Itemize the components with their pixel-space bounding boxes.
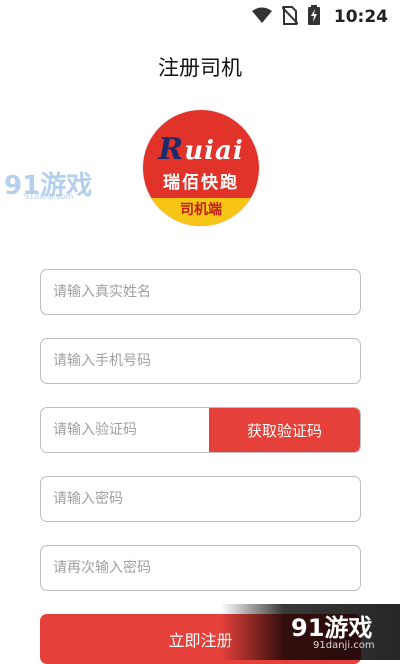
logo-band: 司机端: [143, 198, 259, 226]
status-time: 10:24: [333, 7, 388, 27]
watermark-right-url: 91danji.com: [313, 640, 375, 651]
logo-brand-cn: 瑞佰快跑: [163, 173, 239, 193]
watermark-left: 91游戏 91danji.com: [4, 165, 92, 202]
phone-field[interactable]: [40, 338, 361, 384]
code-field[interactable]: 获取验证码: [40, 407, 361, 453]
logo-brand: Ruiai: [143, 132, 259, 167]
confirm-password-input[interactable]: [41, 546, 360, 590]
watermark-right-text: 91游戏: [291, 614, 373, 642]
app-logo: Ruiai 瑞佰快跑 司机端: [143, 110, 259, 226]
phone-input[interactable]: [41, 339, 360, 383]
status-bar: 10:24: [0, 0, 400, 34]
get-code-button[interactable]: 获取验证码: [209, 408, 360, 452]
confirm-password-field[interactable]: [40, 545, 361, 591]
page-title: 注册司机: [158, 56, 242, 80]
name-field[interactable]: [40, 269, 361, 315]
logo-brand-rest: uiai: [184, 136, 244, 166]
watermark-right: 91游戏 91danji.com: [221, 604, 400, 660]
code-input[interactable]: [41, 408, 211, 452]
password-input[interactable]: [41, 477, 360, 521]
password-field[interactable]: [40, 476, 361, 522]
wifi-icon: [251, 7, 272, 28]
battery-charging-icon: [307, 5, 320, 29]
logo-brand-first: R: [158, 132, 185, 167]
watermark-left-url: 91danji.com: [24, 192, 74, 201]
no-sim-icon: [281, 5, 299, 29]
name-input[interactable]: [41, 270, 360, 314]
